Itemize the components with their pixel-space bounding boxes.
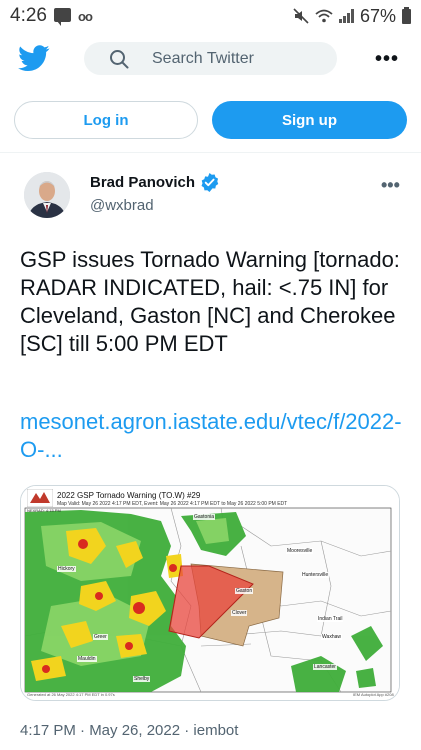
tweet-timestamp[interactable]: 4:17 PM · May 26, 2022 · iembot [20, 722, 238, 739]
author-handle[interactable]: @wxbrad [90, 197, 154, 214]
city-label: Mauldin [77, 656, 97, 662]
tweet-link[interactable]: mesonet.agron.iastate.edu/vtec/f/2022-O-… [20, 408, 412, 464]
search-input[interactable]: Search Twitter [84, 42, 337, 75]
mute-icon [293, 8, 309, 24]
iem-logo-icon [27, 489, 53, 507]
map-subtitle: Map Valid: May 26 2022 4:17 PM EDT, Even… [57, 501, 288, 507]
message-icon [54, 8, 71, 26]
city-label: Huntersville [301, 572, 330, 578]
tweet-more-icon[interactable]: ••• [381, 175, 400, 196]
map-nexrad-time: NEXRAD: 4:15 PM [27, 508, 61, 513]
city-label: Mooresville [286, 548, 314, 554]
avatar[interactable] [24, 172, 70, 218]
voicemail-icon: oo [78, 9, 93, 24]
author-name-row[interactable]: Brad Panovich [90, 173, 219, 192]
city-label: Clover [231, 610, 248, 616]
city-label: Indian Trail [317, 616, 344, 622]
city-label: Shelby [133, 676, 151, 682]
search-placeholder: Search Twitter [152, 49, 254, 67]
more-options-icon[interactable]: ••• [375, 48, 399, 71]
tweet-media-map[interactable]: 2022 GSP Tornado Warning (TO.W) #29 Map … [20, 485, 400, 701]
signup-button[interactable]: Sign up [212, 101, 407, 139]
verified-badge-icon [201, 173, 219, 192]
map-footer-right: IEM Autoplot App #208 [353, 692, 394, 697]
top-header: Search Twitter ••• [0, 32, 421, 86]
battery-percent: 67% [359, 5, 396, 26]
city-label: Gaston [235, 588, 254, 594]
status-time: 4:26 [10, 5, 47, 26]
login-button[interactable]: Log in [14, 101, 198, 139]
avatar-image [24, 172, 70, 218]
city-label: Waxhaw [321, 634, 342, 640]
battery-icon [402, 6, 411, 24]
divider [0, 152, 421, 153]
city-label: Greer [93, 634, 108, 640]
signal-icon [338, 9, 354, 23]
city-label: Gastonia [193, 514, 216, 520]
city-label: Hickory [57, 566, 76, 572]
map-footer-left: Generated at 26 May 2022 4:17 PM EDT in … [27, 692, 115, 697]
status-bar: 4:26 oo 67% [0, 0, 421, 32]
twitter-bird-icon[interactable] [18, 45, 50, 72]
search-icon [110, 49, 129, 68]
map-title: 2022 GSP Tornado Warning (TO.W) #29 [57, 491, 201, 500]
author-name[interactable]: Brad Panovich [90, 174, 195, 191]
tweet-text: GSP issues Tornado Warning [tornado: RAD… [20, 247, 400, 356]
wifi-icon [315, 9, 333, 23]
city-label: Lancaster [313, 664, 337, 670]
